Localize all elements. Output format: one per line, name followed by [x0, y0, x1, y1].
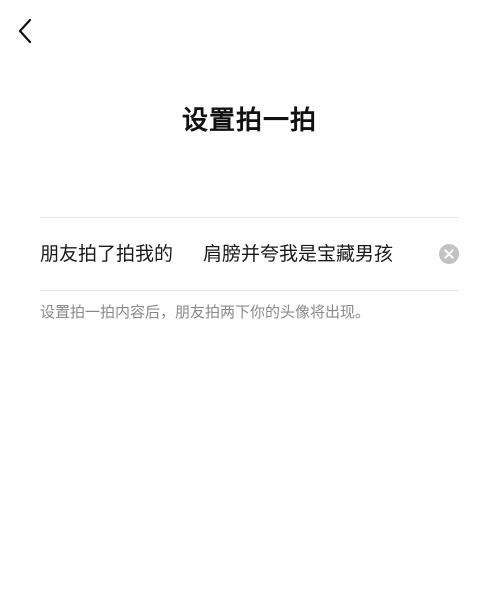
chevron-left-icon [17, 18, 33, 44]
back-button[interactable] [10, 14, 40, 48]
divider-bottom [40, 290, 459, 291]
divider-top [40, 217, 459, 218]
hint-text: 设置拍一拍内容后，朋友拍两下你的头像将出现。 [40, 303, 371, 321]
pat-suffix-input[interactable]: 肩膀并夸我是宝藏男孩 [203, 232, 435, 276]
clear-circle-icon [439, 244, 459, 264]
pat-input-row: 朋友拍了拍我的 肩膀并夸我是宝藏男孩 [40, 232, 459, 276]
page-title: 设置拍一拍 [181, 106, 317, 136]
pat-prefix-label: 朋友拍了拍我的 [40, 243, 174, 265]
clear-button[interactable] [439, 244, 459, 264]
